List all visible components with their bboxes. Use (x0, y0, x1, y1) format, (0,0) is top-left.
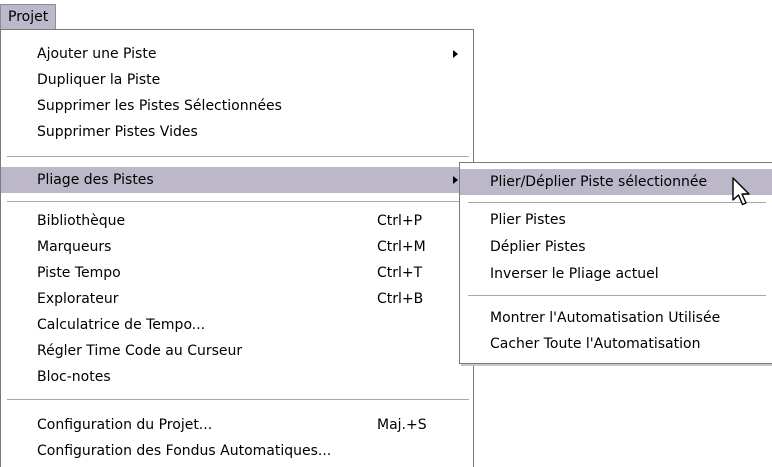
mouse-cursor-icon (732, 177, 750, 206)
menu-separator (7, 399, 469, 401)
menu-item-label: Déplier Pistes (490, 239, 586, 255)
menu-item-label: Configuration du Projet... (37, 417, 213, 433)
menu-item-dupliquer-piste[interactable]: Dupliquer la Piste (1, 67, 473, 93)
menu-item-label: Supprimer les Pistes Sélectionnées (37, 98, 282, 114)
menu-item-label: Bibliothèque (37, 213, 126, 229)
menu-item-configuration-projet[interactable]: Configuration du Projet... Maj.+S (1, 412, 473, 438)
menu-item-label: Piste Tempo (37, 265, 121, 281)
submenu-arrow-icon (453, 50, 458, 58)
menu-item-shortcut: Ctrl+M (377, 239, 426, 255)
menu-separator (468, 295, 766, 297)
menu-item-label: Calculatrice de Tempo... (37, 317, 206, 333)
menu-item-label: Inverser le Pliage actuel (490, 266, 659, 282)
menu-separator (468, 202, 766, 204)
menu-item-label: Plier Pistes (490, 212, 566, 228)
menu-item-piste-tempo[interactable]: Piste Tempo Ctrl+T (1, 260, 473, 286)
menu-projet[interactable]: Projet (0, 4, 57, 29)
menu-item-label: Cacher Toute l'Automatisation (490, 336, 701, 352)
submenu-item-deplier-pistes[interactable]: Déplier Pistes (460, 234, 772, 260)
menu-item-shortcut: Ctrl+B (377, 291, 424, 307)
submenu-item-cacher-automatisation[interactable]: Cacher Toute l'Automatisation (460, 331, 772, 357)
menu-bar: Projet (0, 0, 772, 30)
menu-projet-label: Projet (8, 9, 49, 25)
menu-item-label: Explorateur (37, 291, 119, 307)
menu-item-explorateur[interactable]: Explorateur Ctrl+B (1, 286, 473, 312)
menu-item-ajouter-piste[interactable]: Ajouter une Piste (1, 41, 473, 67)
menu-item-label: Plier/Déplier Piste sélectionnée (490, 174, 708, 190)
menu-item-bibliotheque[interactable]: Bibliothèque Ctrl+P (1, 208, 473, 234)
menu-item-label: Marqueurs (37, 239, 112, 255)
menu-item-label: Dupliquer la Piste (37, 72, 161, 88)
menu-item-supprimer-pistes-vides[interactable]: Supprimer Pistes Vides (1, 119, 473, 145)
menu-item-label: Bloc-notes (37, 369, 111, 385)
menu-separator (7, 201, 469, 203)
menu-item-shortcut: Ctrl+T (377, 265, 423, 281)
pliage-submenu: Plier/Déplier Piste sélectionnée Plier P… (459, 162, 772, 364)
submenu-item-inverser-pliage[interactable]: Inverser le Pliage actuel (460, 261, 772, 287)
menu-item-pliage-des-pistes[interactable]: Pliage des Pistes (1, 167, 473, 193)
menu-separator (7, 156, 469, 158)
menu-item-label: Régler Time Code au Curseur (37, 343, 243, 359)
menu-item-label: Ajouter une Piste (37, 46, 157, 62)
submenu-arrow-icon (453, 176, 458, 184)
submenu-item-montrer-automatisation[interactable]: Montrer l'Automatisation Utilisée (460, 305, 772, 331)
submenu-item-plier-pistes[interactable]: Plier Pistes (460, 207, 772, 233)
menu-item-shortcut: Maj.+S (377, 417, 427, 433)
menu-item-label: Supprimer Pistes Vides (37, 124, 198, 140)
menu-item-supprimer-pistes-selectionnees[interactable]: Supprimer les Pistes Sélectionnées (1, 93, 473, 119)
menu-item-regler-time-code[interactable]: Régler Time Code au Curseur (1, 338, 473, 364)
menu-item-calculatrice-tempo[interactable]: Calculatrice de Tempo... (1, 312, 473, 338)
menu-item-marqueurs[interactable]: Marqueurs Ctrl+M (1, 234, 473, 260)
menu-item-label: Pliage des Pistes (37, 172, 154, 188)
menu-item-label: Montrer l'Automatisation Utilisée (490, 310, 721, 326)
menu-item-label: Configuration des Fondus Automatiques... (37, 443, 332, 459)
projet-menu: Ajouter une Piste Dupliquer la Piste Sup… (0, 29, 474, 467)
menu-item-shortcut: Ctrl+P (377, 213, 423, 229)
submenu-item-plier-deplier-selectionnee[interactable]: Plier/Déplier Piste sélectionnée (460, 169, 772, 195)
menu-item-configuration-fondus[interactable]: Configuration des Fondus Automatiques... (1, 438, 473, 464)
menu-item-bloc-notes[interactable]: Bloc-notes (1, 364, 473, 390)
